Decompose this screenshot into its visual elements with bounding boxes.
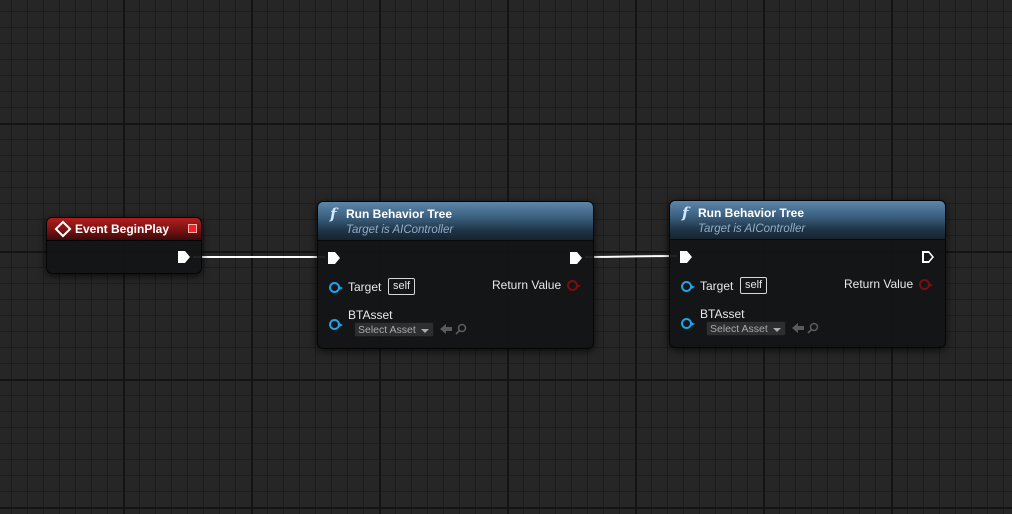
node-1-title: Run Behavior Tree bbox=[346, 207, 453, 221]
node-2-header[interactable]: f Run Behavior Tree Target is AIControll… bbox=[670, 201, 945, 240]
node-1-exec-out-pin[interactable] bbox=[570, 252, 582, 264]
use-selected-asset-icon[interactable] bbox=[440, 324, 452, 334]
node-2-btasset-pin[interactable] bbox=[681, 318, 695, 329]
function-icon: f bbox=[330, 205, 337, 223]
run-behavior-tree-node-1[interactable]: f Run Behavior Tree Target is AIControll… bbox=[317, 201, 594, 349]
node-2-exec-in-pin[interactable] bbox=[680, 251, 692, 263]
node-2-asset-dropdown-text: Select Asset bbox=[710, 323, 768, 335]
node-2-btasset-label: BTAsset bbox=[700, 307, 745, 321]
node-1-target-pin[interactable] bbox=[329, 282, 343, 293]
event-beginplay-node[interactable]: Event BeginPlay bbox=[46, 217, 202, 274]
blueprint-graph-canvas[interactable]: Event BeginPlay f Run Behavior Tree Targ… bbox=[0, 0, 1012, 514]
run-behavior-tree-node-2[interactable]: f Run Behavior Tree Target is AIControll… bbox=[669, 200, 946, 348]
node-2-target-pin[interactable] bbox=[681, 281, 695, 292]
use-selected-asset-icon[interactable] bbox=[792, 323, 804, 333]
node-1-target-label: Target bbox=[348, 280, 382, 294]
event-diamond-icon bbox=[54, 220, 72, 238]
event-delegate-pin[interactable] bbox=[188, 224, 197, 233]
node-2-return-pin[interactable] bbox=[919, 279, 933, 290]
event-node-title: Event BeginPlay bbox=[75, 222, 170, 236]
node-1-asset-dropdown[interactable]: Select Asset bbox=[354, 322, 434, 337]
browse-search-icon[interactable] bbox=[455, 323, 467, 335]
node-1-btasset-label: BTAsset bbox=[348, 308, 393, 322]
event-exec-out-pin[interactable] bbox=[178, 251, 190, 263]
node-1-return-label: Return Value bbox=[492, 278, 562, 292]
node-1-target-self-field[interactable]: self bbox=[388, 278, 416, 295]
node-1-header[interactable]: f Run Behavior Tree Target is AIControll… bbox=[318, 202, 593, 241]
function-icon: f bbox=[682, 204, 689, 222]
node-2-title: Run Behavior Tree bbox=[698, 206, 805, 220]
exec-wire-2[interactable] bbox=[584, 255, 678, 258]
node-2-exec-out-pin[interactable] bbox=[922, 251, 934, 263]
node-2-subtitle: Target is AIController bbox=[698, 223, 806, 235]
node-2-asset-dropdown[interactable]: Select Asset bbox=[706, 321, 786, 336]
chevron-down-icon bbox=[773, 328, 781, 332]
chevron-down-icon bbox=[421, 329, 429, 333]
node-1-subtitle: Target is AIController bbox=[346, 224, 454, 236]
browse-search-icon[interactable] bbox=[807, 322, 819, 334]
node-1-return-pin[interactable] bbox=[567, 280, 581, 291]
event-node-header[interactable]: Event BeginPlay bbox=[47, 218, 201, 241]
node-1-asset-dropdown-text: Select Asset bbox=[358, 324, 416, 336]
node-2-return-label: Return Value bbox=[844, 277, 914, 291]
node-1-exec-in-pin[interactable] bbox=[328, 252, 340, 264]
node-2-target-label: Target bbox=[700, 279, 734, 293]
node-1-btasset-pin[interactable] bbox=[329, 319, 343, 330]
node-2-target-self-field[interactable]: self bbox=[740, 277, 768, 294]
